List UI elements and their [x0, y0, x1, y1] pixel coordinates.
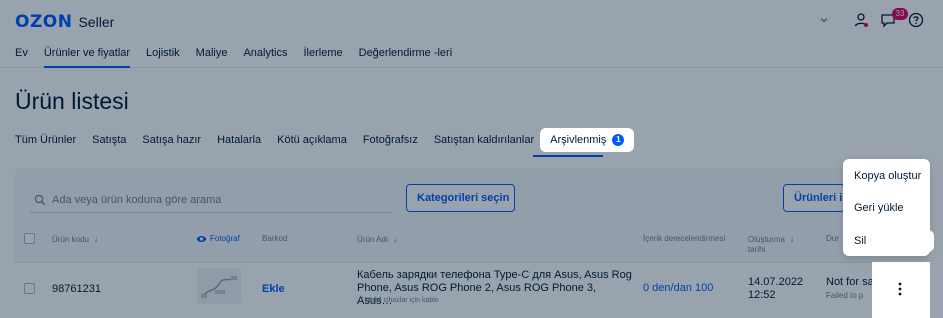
created-date-value: 14.07.2022: [748, 276, 804, 288]
column-created-label-1: Oluşturma: [748, 235, 785, 244]
chat-count-badge: 33: [892, 8, 908, 20]
tab-4[interactable]: Kötü açıklama: [277, 130, 347, 152]
eye-icon: [196, 236, 207, 242]
column-created-label-2: tarihi: [748, 245, 766, 254]
row-checkbox[interactable]: [24, 283, 35, 294]
column-created-date[interactable]: Oluşturma ↓ tarihi: [748, 234, 794, 255]
nav-item-4[interactable]: Analytics: [243, 40, 287, 67]
nav-item-1[interactable]: Ürünler ve fiyatlar: [43, 40, 131, 68]
nav-item-3[interactable]: Maliye: [196, 40, 228, 67]
product-filter-tabs: Tüm Ürünler Satışta Satışa hazır Hatalarla K…: [15, 128, 635, 152]
product-category: ../ Mobil cihazlar için kablo: [357, 297, 439, 304]
main-navigation: Ev Ürünler ve fiyatlar Lojistik Maliye Analy…: [0, 40, 943, 68]
product-code: 98761231: [52, 283, 101, 295]
cable-image: [201, 276, 237, 298]
created-time-value: 12:52: [748, 289, 776, 301]
nav-item-6[interactable]: Değerlendirme -leri: [359, 40, 453, 67]
chevron-down-icon[interactable]: [818, 14, 830, 26]
tab-archived-label: Arşivlenmiş: [550, 134, 607, 146]
column-product-code-label: Ürün kodu: [52, 235, 89, 244]
column-product-name[interactable]: Ürün Adı ↓: [357, 234, 398, 245]
column-content-rating: İçerik derecelendirmesi: [643, 234, 725, 244]
column-status-label: Dur: [826, 234, 839, 243]
tab-6[interactable]: Satıştan kaldırılanlar: [434, 130, 534, 152]
product-thumbnail[interactable]: [197, 268, 241, 304]
tab-0[interactable]: Tüm Ürünler: [15, 130, 76, 152]
nav-item-0[interactable]: Ev: [15, 40, 28, 67]
active-tab-underline: [533, 155, 603, 157]
column-barcode-label: Barkod: [262, 234, 288, 243]
sort-arrow-icon: ↓: [393, 234, 398, 244]
select-categories-button[interactable]: Kategorileri seçin: [406, 184, 515, 212]
search-icon: [34, 194, 46, 205]
nav-item-5[interactable]: İlerleme: [304, 40, 343, 67]
products-import-button[interactable]: Ürünleri i: [783, 184, 845, 212]
product-list-page: OZON Seller 33 Ev Ürünler ve fiyatlar Loji…: [0, 0, 943, 318]
created-date: 14.07.2022 12:52: [748, 276, 803, 302]
column-photo[interactable]: Fotoğraf: [196, 234, 240, 244]
page-title: Ürün listesi: [15, 88, 129, 114]
add-barcode-link[interactable]: Ekle: [262, 283, 285, 296]
column-photo-label: Fotoğraf: [210, 234, 240, 243]
status-detail: Failed to p: [826, 291, 864, 300]
menu-item-copy[interactable]: Kopya oluştur: [854, 170, 921, 182]
user-icon[interactable]: [853, 12, 869, 28]
logo-seller-text: Seller: [78, 14, 115, 30]
sort-arrow-icon: ↓: [93, 234, 99, 244]
search-field[interactable]: [30, 187, 392, 213]
status-text: Not for sa: [826, 276, 874, 288]
tab-1[interactable]: Satışta: [92, 130, 126, 152]
logo-ozon-text: OZON: [15, 12, 73, 32]
help-icon[interactable]: [908, 12, 924, 28]
tab-archived[interactable]: Arşivlenmiş 1: [540, 128, 635, 152]
archived-count-badge: 1: [612, 134, 625, 146]
nav-item-2[interactable]: Lojistik: [146, 40, 180, 67]
select-all-checkbox[interactable]: [24, 233, 35, 244]
column-product-name-label: Ürün Adı: [357, 235, 389, 244]
sort-arrow-icon: ↓: [789, 234, 795, 244]
more-vertical-icon[interactable]: [892, 281, 908, 297]
column-product-code[interactable]: Ürün kodu ↓: [52, 234, 98, 245]
search-input[interactable]: [52, 193, 382, 206]
column-barcode: Barkod: [262, 234, 287, 244]
ozon-seller-logo[interactable]: OZON Seller: [15, 12, 114, 32]
column-status: Dur: [826, 234, 839, 244]
tab-5[interactable]: Fotoğrafsız: [363, 130, 418, 152]
menu-item-restore[interactable]: Geri yükle: [854, 202, 904, 214]
column-content-rating-label: İçerik derecelendirmesi: [643, 234, 726, 243]
top-bar: OZON Seller 33: [0, 0, 943, 40]
tab-2[interactable]: Satışa hazır: [142, 130, 201, 152]
menu-item-delete[interactable]: Sil: [843, 230, 934, 252]
tab-3[interactable]: Hatalarla: [217, 130, 261, 152]
content-rating[interactable]: 0 den/dan 100: [643, 282, 713, 295]
